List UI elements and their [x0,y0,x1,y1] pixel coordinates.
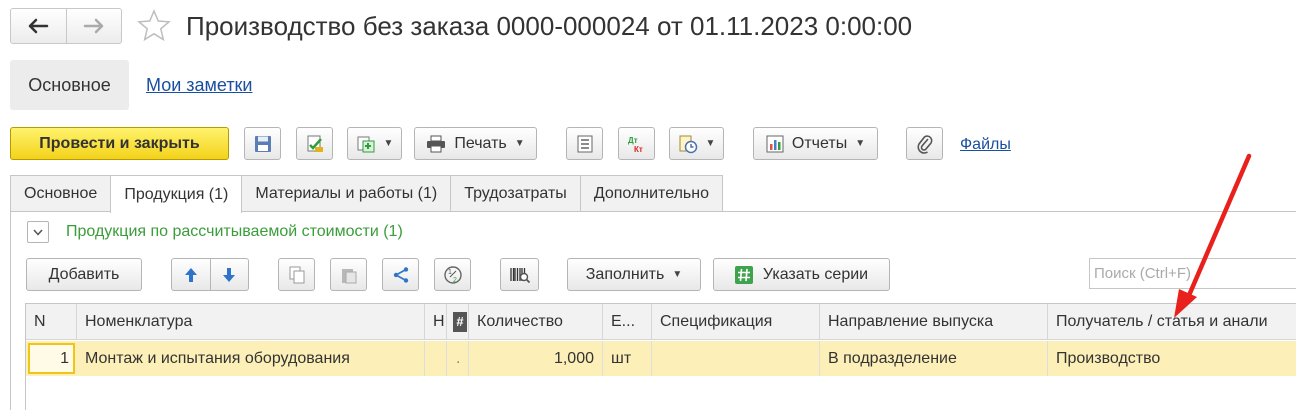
unit-cell[interactable]: шт [603,341,652,376]
specify-series-label: Указать серии [762,265,869,283]
group-title: Продукция по рассчитываемой стоимости (1… [66,223,403,240]
print-button[interactable]: Печать ▼ [414,127,537,160]
save-button[interactable] [244,127,281,160]
move-down-button[interactable] [211,259,249,290]
specification-cell[interactable] [652,341,820,376]
attach-button[interactable] [906,127,943,160]
paperclip-icon [916,134,932,154]
move-group [171,258,249,291]
chevron-down-icon: ▼ [514,138,525,149]
chevron-down-icon: ▼ [672,269,683,280]
specify-series-button[interactable]: Указать серии [713,258,890,291]
history-nav [10,8,122,44]
fill-label: Заполнить [585,265,665,283]
hash-icon [734,265,753,284]
column-header-mark[interactable]: # [447,304,469,339]
post-and-close-button[interactable]: Провести и закрыть [10,127,229,160]
my-notes-link[interactable]: Мои заметки [146,73,253,97]
column-header-n[interactable]: N [26,304,77,339]
products-table: N Номенклатура Н # Количество Е... Специ… [25,303,1296,410]
chevron-down-icon: ▼ [383,138,394,149]
add-button[interactable]: Добавить [26,258,142,291]
hash-icon: # [453,311,467,332]
column-header-h[interactable]: Н [425,304,447,339]
document-tabs: Основное Продукция (1) Материалы и работ… [10,175,723,213]
tab-materials-works[interactable]: Материалы и работы (1) [241,175,452,212]
debit-credit-icon: ДтКт [628,136,643,154]
back-button[interactable] [11,9,66,43]
recipient-cell[interactable]: Производство [1048,341,1296,376]
barcode-search-icon [509,267,530,283]
arrow-up-icon [184,267,197,282]
tab-labor[interactable]: Трудозатраты [450,175,581,212]
split-icon [393,266,408,283]
panel-tab-main[interactable]: Основное [10,60,129,110]
group-collapse-button[interactable] [27,221,49,243]
tab-products[interactable]: Продукция (1) [110,175,243,213]
chevron-down-icon: ▼ [705,138,716,149]
table-header: N Номенклатура Н # Количество Е... Специ… [26,304,1296,340]
create-based-on-button[interactable]: ▼ [347,127,402,160]
h-cell[interactable] [425,341,447,376]
column-header-nomenclature[interactable]: Номенклатура [77,304,425,339]
svg-text:Дт: Дт [628,136,638,145]
chevron-down-icon [33,229,43,236]
post-button[interactable] [296,127,333,160]
recalculate-button[interactable]: 12 [434,258,471,291]
column-header-unit[interactable]: Е... [603,304,652,339]
document-clock-icon [679,135,697,153]
print-label: Печать [454,134,507,152]
structure-button[interactable] [566,127,603,160]
arrow-left-icon [29,18,49,34]
paste-icon [341,268,356,283]
annotation-arrow [1174,153,1252,318]
tab-main[interactable]: Основное [10,175,112,212]
page-title: Производство без заказа 0000-000024 от 0… [186,11,913,41]
column-header-specification[interactable]: Спецификация [652,304,820,339]
fill-button[interactable]: Заполнить ▼ [567,258,701,291]
forward-button[interactable] [65,9,122,43]
column-header-direction[interactable]: Направление выпуска [820,304,1048,339]
floppy-disk-icon [254,135,271,152]
reports-button[interactable]: Отчеты ▼ [753,127,878,160]
arrow-down-icon [223,267,236,282]
copy-icon [289,266,304,283]
files-link[interactable]: Файлы [960,134,1011,156]
printer-icon [427,135,446,152]
report-chart-icon [766,135,784,152]
move-up-button[interactable] [172,259,211,290]
tab-additional[interactable]: Дополнительно [579,175,723,212]
svg-text:Кт: Кт [634,145,643,154]
debit-credit-button[interactable]: Дт Кт [618,127,655,160]
row-number: 1 [28,343,75,374]
copy-button[interactable] [278,258,315,291]
column-header-quantity[interactable]: Количество [469,304,603,339]
table-row[interactable]: 1 Монтаж и испытания оборудования . 1,00… [26,341,1296,376]
direction-cell[interactable]: В подразделение [820,341,1048,376]
arrow-right-icon [83,18,103,34]
split-button[interactable] [382,258,419,291]
favorite-button[interactable] [136,8,172,44]
create-based-on-icon [357,136,375,152]
star-icon [137,9,171,42]
chevron-down-icon: ▼ [855,138,866,149]
row-number-cell[interactable]: 1 [26,341,77,376]
nomenclature-cell[interactable]: Монтаж и испытания оборудования [77,341,425,376]
history-button[interactable]: ▼ [669,127,724,160]
svg-text:2: 2 [453,277,457,284]
post-document-icon [307,135,323,152]
quantity-cell[interactable]: 1,000 [469,341,603,376]
mark-cell[interactable]: . [447,341,469,376]
barcode-button[interactable] [500,258,539,291]
list-icon [577,135,592,152]
recalculate-icon: 12 [443,265,462,284]
reports-label: Отчеты [791,134,848,152]
paste-button[interactable] [330,258,367,291]
